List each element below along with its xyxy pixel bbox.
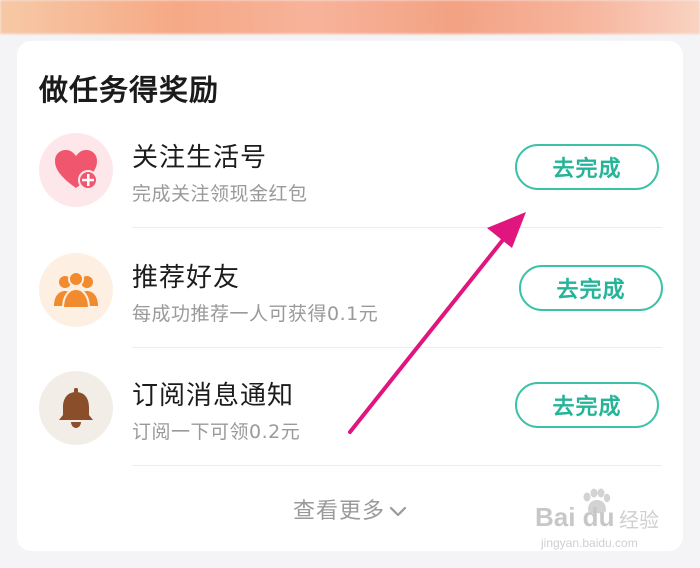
view-more-label: 查看更多 [292,499,385,524]
heart-plus-icon [39,133,113,207]
task-row-follow: 关注生活号 完成关注领现金红包 去完成 [17,129,683,247]
complete-button-recommend[interactable]: 去完成 [519,265,663,311]
task-row-subscribe: 订阅消息通知 订阅一下可领0.2元 去完成 [17,367,683,485]
divider [132,465,662,466]
task-desc: 订阅一下可领0.2元 [132,421,301,443]
users-icon [39,253,113,327]
divider [132,227,662,228]
task-name: 订阅消息通知 [132,381,295,411]
complete-button-subscribe[interactable]: 去完成 [515,382,659,428]
bell-icon [39,371,113,445]
task-name: 关注生活号 [132,143,268,173]
view-more-link[interactable]: 查看更多 [17,493,683,525]
task-name: 推荐好友 [132,263,241,293]
divider [132,347,662,348]
complete-button-follow[interactable]: 去完成 [515,144,659,190]
chevron-down-icon [389,506,407,517]
task-row-recommend: 推荐好友 每成功推荐一人可获得0.1元 去完成 [17,249,683,367]
top-banner [0,0,700,34]
task-desc: 完成关注领现金红包 [132,183,308,205]
task-desc: 每成功推荐一人可获得0.1元 [132,303,379,325]
card-title: 做任务得奖励 [39,73,220,107]
task-card: 做任务得奖励 关注生活号 完成关注领现金红包 去完成 推荐好友 每成功推荐一人可… [17,41,683,551]
